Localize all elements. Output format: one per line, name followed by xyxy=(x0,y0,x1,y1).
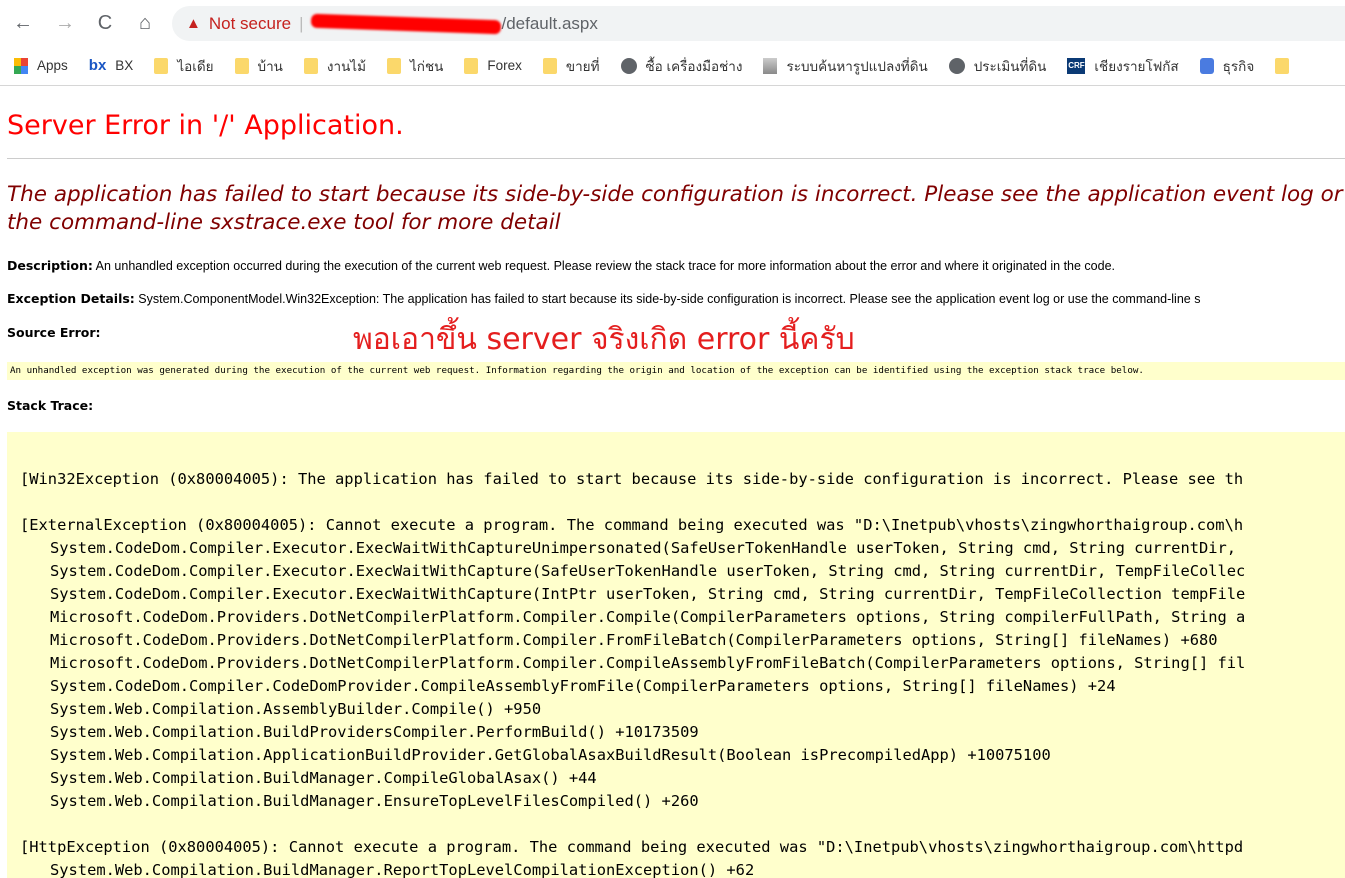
exception-row: Exception Details: System.ComponentModel… xyxy=(7,291,1200,306)
stack-trace-line: [Win32Exception (0x80004005): The applic… xyxy=(20,470,1244,488)
exception-text: System.ComponentModel.Win32Exception: Th… xyxy=(138,292,1201,306)
bookmark-label: Forex xyxy=(487,58,522,73)
source-error-label: Source Error: xyxy=(7,325,101,340)
stack-trace-box: [Win32Exception (0x80004005): The applic… xyxy=(7,432,1345,878)
exception-label: Exception Details: xyxy=(7,291,135,306)
stack-trace-line xyxy=(20,813,1345,836)
crf-logo-icon: CRF xyxy=(1067,57,1086,74)
stack-trace-line: System.Web.Compilation.ApplicationBuildP… xyxy=(50,746,1051,764)
folder-icon xyxy=(303,57,318,74)
folder-icon xyxy=(464,57,479,74)
stack-trace-line: System.CodeDom.Compiler.Executor.ExecWai… xyxy=(50,562,1246,580)
bookmark-item[interactable]: ธุรกิจ xyxy=(1199,55,1255,77)
bookmark-item[interactable]: bx BX xyxy=(89,57,134,74)
page-title: Server Error in '/' Application. xyxy=(7,110,404,141)
bookmark-item[interactable]: ซื้อ เครื่องมือช่าง xyxy=(620,55,743,77)
back-button[interactable]: ← xyxy=(12,12,34,34)
folder-icon xyxy=(234,57,249,74)
description-text: An unhandled exception occurred during t… xyxy=(95,259,1115,273)
reload-button[interactable]: C xyxy=(94,12,116,34)
globe-icon xyxy=(620,57,637,74)
warning-icon: ▲ xyxy=(186,15,201,32)
business-icon xyxy=(1199,57,1214,74)
redacted-url xyxy=(311,13,502,34)
browser-toolbar: ← → C ⌂ ▲ Not secure | /default.aspx xyxy=(0,0,1345,46)
stack-trace-line: System.CodeDom.Compiler.Executor.ExecWai… xyxy=(50,539,1237,557)
apps-grid-icon xyxy=(14,57,28,74)
bookmark-label: งานไม้ xyxy=(326,58,366,74)
bookmark-label: Apps xyxy=(37,58,68,73)
bookmark-item[interactable]: ไอเดีย xyxy=(154,55,214,77)
bookmark-item[interactable]: ระบบค้นหารูปแปลงที่ดิน xyxy=(763,55,928,77)
bookmark-item[interactable]: งานไม้ xyxy=(303,55,366,77)
address-bar[interactable]: ▲ Not secure | /default.aspx xyxy=(172,6,1345,41)
source-error-box: An unhandled exception was generated dur… xyxy=(7,362,1345,380)
stack-trace-line: [ExternalException (0x80004005): Cannot … xyxy=(20,516,1244,534)
bookmark-label: ประเมินที่ดิน xyxy=(973,58,1047,74)
stack-trace-line: System.Web.Compilation.BuildManager.Repo… xyxy=(50,861,755,878)
bookmark-label: ระบบค้นหารูปแปลงที่ดิน xyxy=(786,58,928,74)
security-label[interactable]: Not secure xyxy=(209,14,291,34)
bookmark-item[interactable]: ขายที่ xyxy=(542,55,600,77)
stack-trace-line: System.CodeDom.Compiler.CodeDomProvider.… xyxy=(50,677,1116,695)
bookmark-label: เชียงรายโฟกัส xyxy=(1094,58,1179,74)
bookmark-item[interactable] xyxy=(1275,57,1298,74)
error-message: The application has failed to start beca… xyxy=(7,182,1345,235)
stack-trace-label: Stack Trace: xyxy=(7,398,94,413)
box-icon xyxy=(763,57,778,74)
description-row: Description: An unhandled exception occu… xyxy=(7,258,1115,273)
bookmark-label: ธุรกิจ xyxy=(1222,58,1255,74)
divider: | xyxy=(299,13,304,33)
bookmark-label: ไอเดีย xyxy=(177,58,214,74)
bookmark-label: บ้าน xyxy=(257,58,283,74)
folder-icon xyxy=(1275,57,1290,74)
folder-icon xyxy=(154,57,169,74)
folder-icon xyxy=(387,57,401,74)
bookmark-item[interactable]: CRF เชียงรายโฟกัส xyxy=(1067,55,1179,77)
annotation-text: พอเอาขึ้น server จริงเกิด error นี้ครับ xyxy=(353,322,855,357)
stack-trace-line: System.Web.Compilation.BuildProvidersCom… xyxy=(50,723,699,741)
folder-icon xyxy=(542,57,557,74)
globe-icon xyxy=(948,57,965,74)
stack-trace-line: System.Web.Compilation.AssemblyBuilder.C… xyxy=(50,700,542,718)
stack-trace-line: System.Web.Compilation.BuildManager.Ensu… xyxy=(50,792,699,810)
source-error-row: Source Error: xyxy=(7,325,101,340)
bookmark-item[interactable]: Apps xyxy=(14,57,68,74)
description-label: Description: xyxy=(7,258,93,273)
bx-logo-icon: bx xyxy=(88,57,107,74)
bookmark-label: BX xyxy=(115,58,134,73)
bookmarks-bar: Apps bx BX ไอเดีย บ้าน งานไม้ ไก่ชน Forex ขายที่… xyxy=(0,46,1345,86)
stack-trace-line: System.Web.Compilation.BuildManager.Comp… xyxy=(50,769,597,787)
home-button[interactable]: ⌂ xyxy=(134,12,156,34)
stack-trace-line xyxy=(20,491,1345,514)
stack-trace-line: System.CodeDom.Compiler.Executor.ExecWai… xyxy=(50,585,1246,603)
stack-trace-line: [HttpException (0x80004005): Cannot exec… xyxy=(20,838,1244,856)
stack-trace-row: Stack Trace: xyxy=(7,398,93,413)
bookmark-item[interactable]: ประเมินที่ดิน xyxy=(948,55,1047,77)
url-text: /default.aspx xyxy=(501,13,598,33)
bookmark-item[interactable]: บ้าน xyxy=(234,55,283,77)
forward-button[interactable]: → xyxy=(54,12,76,34)
stack-trace-line: Microsoft.CodeDom.Providers.DotNetCompil… xyxy=(50,608,1246,626)
bookmark-item[interactable]: ไก่ชน xyxy=(387,55,443,77)
bookmark-label: ซื้อ เครื่องมือช่าง xyxy=(645,58,743,74)
stack-trace-line: Microsoft.CodeDom.Providers.DotNetCompil… xyxy=(50,631,1218,649)
bookmark-label: ขายที่ xyxy=(565,58,600,74)
bookmark-item[interactable]: Forex xyxy=(464,57,522,74)
divider xyxy=(7,158,1345,159)
stack-trace-line: Microsoft.CodeDom.Providers.DotNetCompil… xyxy=(50,654,1246,672)
bookmark-label: ไก่ชน xyxy=(410,58,444,74)
